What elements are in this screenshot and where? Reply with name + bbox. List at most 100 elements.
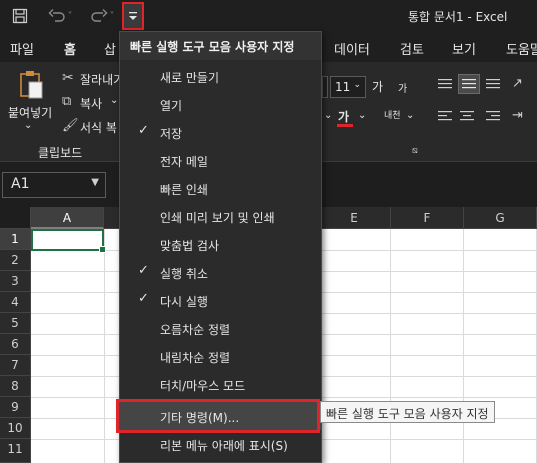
align-left-icon[interactable] [436,108,454,127]
align-top-icon[interactable] [436,76,454,95]
align-right-icon[interactable] [484,108,502,127]
copy-button[interactable]: 복사 [80,95,102,112]
row-header-9[interactable]: 9 [0,397,31,418]
font-size-value: 11 [335,80,351,94]
row-header-6[interactable]: 6 [0,334,31,355]
column-header-e[interactable]: E [318,207,391,229]
menu-item-open[interactable]: 열기 [120,90,321,118]
menu-item-label: 리본 메뉴 아래에 표시(S) [160,439,288,453]
row-header-2[interactable]: 2 [0,250,31,271]
copy-dropdown-icon[interactable]: ⌄ [110,95,118,106]
row-header-10[interactable]: 10 [0,418,31,439]
menu-item-save[interactable]: ✓ 저장 [120,118,321,146]
row-header-11[interactable]: 11 [0,439,31,463]
paste-button[interactable]: 붙여넣기 [8,104,52,121]
phonetic-button[interactable]: 내천 [384,108,401,121]
align-bottom-icon[interactable] [484,76,502,95]
customize-quick-access-button[interactable] [122,2,144,30]
column-header-f[interactable]: F [391,207,464,229]
font-size-dropdown-icon[interactable]: ⌄ [353,80,361,90]
font-dialog-launcher-icon[interactable]: ⧅ [412,146,418,156]
customize-down-icon [128,10,138,22]
paste-dropdown-icon[interactable]: ⌄ [24,120,32,131]
menu-item-sort-desc[interactable]: 내림차순 정렬 [120,342,321,370]
menu-item-sort-asc[interactable]: 오름차순 정렬 [120,314,321,342]
window-title: 통합 문서1 - Excel [408,10,508,24]
font-size-box[interactable]: 11 ⌄ [330,76,366,98]
select-all-corner[interactable] [0,207,31,229]
menu-item-label: 인쇄 미리 보기 및 인쇄 [160,211,275,225]
name-box-dropdown-icon[interactable]: ▼ [91,177,99,188]
row-header-4[interactable]: 4 [0,292,31,313]
font-color-swatch [337,124,353,127]
align-middle-icon[interactable] [458,74,480,94]
menu-item-print-preview[interactable]: 인쇄 미리 보기 및 인쇄 [120,202,321,230]
font-name-box[interactable] [322,76,328,98]
menu-item-label: 맞춤법 검사 [160,239,220,253]
row-header-8[interactable]: 8 [0,376,31,397]
menu-item-redo[interactable]: ✓ 다시 실행 [120,286,321,314]
font-color-button[interactable]: 가 [338,108,349,125]
check-icon: ✓ [138,123,149,138]
column-header-a[interactable]: A [31,207,104,229]
menu-item-label: 전자 메일 [160,155,208,169]
indent-icon[interactable]: ⇥ [512,108,523,123]
copy-icon: ⧉ [62,94,72,109]
phonetic-dropdown-icon[interactable]: ⌄ [406,110,414,121]
orientation-icon[interactable]: ↗ [512,76,523,91]
menu-item-label: 터치/마우스 모드 [160,379,246,393]
tab-file[interactable]: 파일 [10,39,34,58]
tab-view[interactable]: 보기 [452,39,476,58]
name-box[interactable]: A1 ▼ [2,172,106,198]
row-header-5[interactable]: 5 [0,313,31,334]
name-box-value: A1 [11,176,30,192]
font-dropdown-icon[interactable]: ⌄ [324,110,332,121]
format-painter-button[interactable]: 서식 복 [80,119,117,136]
menu-item-label: 새로 만들기 [160,71,220,85]
column-header-g[interactable]: G [464,207,537,229]
menu-item-label: 빠른 인쇄 [160,183,208,197]
clipboard-group-label: 클립보드 [38,146,83,160]
grid-line [390,229,391,463]
undo-icon[interactable]: ˅ [42,4,78,28]
font-shrink-button[interactable]: 가 [398,80,407,95]
grid-line [463,229,464,463]
menu-item-show-below-ribbon[interactable]: 리본 메뉴 아래에 표시(S) [120,430,321,458]
menu-header: 빠른 실행 도구 모음 사용자 지정 [120,32,321,60]
tab-help[interactable]: 도움말 [506,39,537,58]
menu-item-label: 내림차순 정렬 [160,351,231,365]
font-grow-button[interactable]: 가 [372,78,383,95]
menu-item-label: 다시 실행 [160,295,208,309]
menu-item-label: 오름차순 정렬 [160,323,231,337]
menu-item-new[interactable]: 새로 만들기 [120,62,321,90]
menu-item-spelling[interactable]: 맞춤법 검사 [120,230,321,258]
paste-icon[interactable] [18,70,44,103]
menu-item-label: 열기 [160,99,183,113]
redo-icon[interactable]: ˅ [84,4,120,28]
menu-item-quick-print[interactable]: 빠른 인쇄 [120,174,321,202]
highlight-box [116,399,320,433]
cut-button[interactable]: 잘라내기 [80,71,124,88]
check-icon: ✓ [138,291,149,306]
menu-item-label: 저장 [160,127,183,141]
scissors-icon: ✂ [62,70,74,86]
menu-item-email[interactable]: 전자 메일 [120,146,321,174]
align-center-icon[interactable] [458,108,476,127]
tab-home[interactable]: 홈 [62,39,78,66]
tab-insert[interactable]: 삽 [104,39,116,58]
row-header-3[interactable]: 3 [0,271,31,292]
tab-review[interactable]: 검토 [400,39,424,58]
row-header-1[interactable]: 1 [0,229,31,250]
font-color-dropdown-icon[interactable]: ⌄ [358,110,366,121]
tab-data[interactable]: 데이터 [334,39,370,58]
format-painter-icon: 🖌 [62,118,79,133]
save-icon[interactable] [8,4,32,28]
menu-item-label: 실행 취소 [160,267,208,281]
tooltip: 빠른 실행 도구 모음 사용자 지정 [320,401,495,423]
row-header-7[interactable]: 7 [0,355,31,376]
menu-item-undo[interactable]: ✓ 실행 취소 [120,258,321,286]
title-bar: ˅ ˅ 통합 문서1 - Excel [0,0,537,32]
active-cell-a1[interactable] [31,229,106,253]
menu-item-touch-mode[interactable]: 터치/마우스 모드 [120,370,321,398]
check-icon: ✓ [138,263,149,278]
